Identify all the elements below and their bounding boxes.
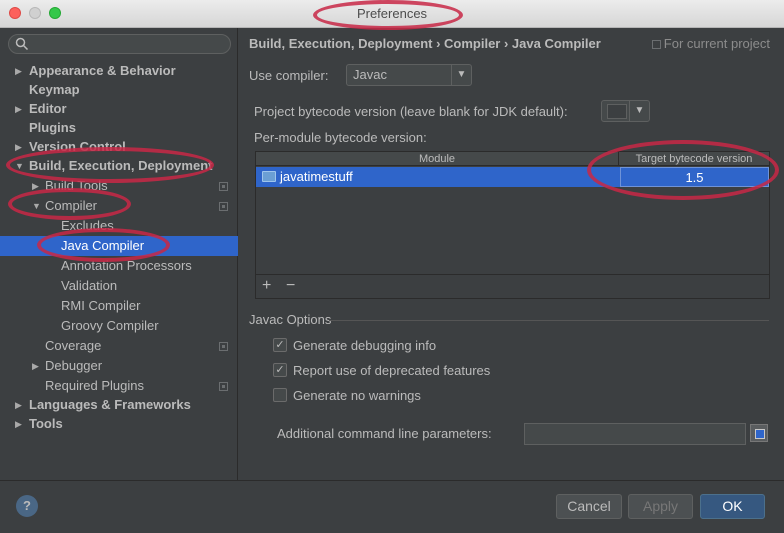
use-compiler-select[interactable]: Javac ▼ bbox=[346, 64, 472, 86]
project-scope-icon bbox=[219, 202, 228, 211]
module-folder-icon bbox=[262, 171, 276, 182]
sidebar-item-rmi-compiler[interactable]: RMI Compiler bbox=[0, 296, 238, 316]
sidebar-item-excludes[interactable]: Excludes bbox=[0, 216, 238, 236]
help-button[interactable]: ? bbox=[16, 495, 38, 517]
additional-params-input[interactable] bbox=[524, 423, 746, 445]
sidebar-item-label: Compiler bbox=[45, 198, 98, 213]
expand-arrow-icon[interactable]: ▶ bbox=[15, 99, 22, 119]
sidebar-item-tools[interactable]: ▶ Tools bbox=[0, 414, 238, 434]
report-deprecated-label: Report use of deprecated features bbox=[293, 363, 491, 378]
cancel-button[interactable]: Cancel bbox=[556, 494, 622, 519]
sidebar-item-build-execution-deployment[interactable]: ▼ Build, Execution, Deployment bbox=[0, 156, 238, 176]
sidebar-item-label: Coverage bbox=[45, 338, 102, 353]
sidebar-item-annotation-processors[interactable]: Annotation Processors bbox=[0, 256, 238, 276]
per-module-table[interactable]: Module Target bytecode version javatimes… bbox=[255, 151, 770, 299]
collapse-arrow-icon[interactable]: ▼ bbox=[32, 196, 41, 216]
expand-arrow-icon[interactable]: ▶ bbox=[15, 395, 22, 415]
sidebar-item-editor[interactable]: ▶ Editor bbox=[0, 99, 238, 119]
sidebar-item-version-control[interactable]: ▶ Version Control bbox=[0, 137, 238, 157]
sidebar-item-groovy-compiler[interactable]: Groovy Compiler bbox=[0, 316, 238, 336]
sidebar-item-languages-frameworks[interactable]: ▶ Languages & Frameworks bbox=[0, 395, 238, 415]
search-input[interactable] bbox=[8, 34, 231, 54]
scope-label: For current project bbox=[663, 36, 770, 51]
sidebar-item-validation[interactable]: Validation bbox=[0, 276, 238, 296]
target-version-cell[interactable]: 1.5 bbox=[620, 167, 769, 187]
chevron-down-icon: ▼ bbox=[629, 101, 649, 121]
column-header-module[interactable]: Module bbox=[256, 152, 619, 166]
sidebar-item-compiler[interactable]: ▼ Compiler bbox=[0, 196, 238, 216]
table-toolbar: + − bbox=[256, 274, 769, 298]
sidebar-item-label: Build, Execution, Deployment bbox=[29, 158, 213, 173]
bytecode-version-select[interactable]: ▼ bbox=[601, 100, 650, 122]
settings-content: Build, Execution, Deployment › Compiler … bbox=[239, 28, 784, 480]
expand-editor-icon[interactable] bbox=[750, 424, 768, 442]
sidebar-item-plugins[interactable]: Plugins bbox=[0, 118, 238, 138]
expand-arrow-icon[interactable]: ▶ bbox=[15, 61, 22, 81]
sidebar-item-label: Plugins bbox=[29, 120, 76, 135]
sidebar-item-label: Editor bbox=[29, 101, 67, 116]
expand-arrow-icon[interactable]: ▶ bbox=[32, 176, 39, 196]
collapse-arrow-icon[interactable]: ▼ bbox=[15, 156, 24, 176]
sidebar-item-required-plugins[interactable]: Required Plugins bbox=[0, 376, 238, 396]
sidebar-item-label: Languages & Frameworks bbox=[29, 397, 191, 412]
ok-button[interactable]: OK bbox=[700, 494, 765, 519]
sidebar-item-label: Build Tools bbox=[45, 178, 108, 193]
sidebar-item-debugger[interactable]: ▶ Debugger bbox=[0, 356, 238, 376]
sidebar-item-label: Keymap bbox=[29, 82, 80, 97]
settings-sidebar: ▶ Appearance & Behavior Keymap ▶ Editor … bbox=[0, 28, 238, 480]
module-name: javatimestuff bbox=[280, 169, 353, 184]
chevron-down-icon: ▼ bbox=[451, 65, 471, 85]
generate-no-warnings-label: Generate no warnings bbox=[293, 388, 421, 403]
expand-arrow-icon[interactable]: ▶ bbox=[15, 414, 22, 434]
sidebar-item-label: Java Compiler bbox=[61, 238, 145, 253]
search-icon bbox=[15, 37, 29, 54]
sidebar-item-keymap[interactable]: Keymap bbox=[0, 80, 238, 100]
sidebar-item-label: Validation bbox=[61, 278, 118, 293]
sidebar-item-label: Tools bbox=[29, 416, 63, 431]
per-module-label: Per-module bytecode version: bbox=[254, 130, 427, 145]
sidebar-item-java-compiler[interactable]: Java Compiler bbox=[0, 236, 238, 256]
breadcrumb: Build, Execution, Deployment › Compiler … bbox=[249, 36, 601, 51]
scope-indicator: For current project bbox=[651, 36, 770, 51]
module-cell[interactable]: javatimestuff bbox=[256, 167, 619, 187]
use-compiler-value: Javac bbox=[353, 67, 387, 82]
dialog-button-bar: ? Cancel Apply OK bbox=[0, 480, 784, 533]
sidebar-item-coverage[interactable]: Coverage bbox=[0, 336, 238, 356]
project-scope-icon bbox=[219, 342, 228, 351]
generate-debug-info-label: Generate debugging info bbox=[293, 338, 437, 353]
table-row[interactable]: javatimestuff 1.5 bbox=[256, 167, 769, 187]
sidebar-item-label: Appearance & Behavior bbox=[29, 63, 176, 78]
sidebar-item-label: Groovy Compiler bbox=[61, 318, 159, 333]
window-title: Preferences bbox=[356, 6, 428, 21]
javac-options-title: Javac Options bbox=[249, 312, 332, 327]
sidebar-item-appearance[interactable]: ▶ Appearance & Behavior bbox=[0, 61, 238, 81]
generate-debug-info-checkbox[interactable]: ✓ bbox=[273, 338, 287, 352]
project-scope-icon bbox=[651, 40, 661, 50]
sidebar-item-label: Annotation Processors bbox=[61, 258, 192, 273]
use-compiler-label: Use compiler: bbox=[249, 68, 329, 83]
sidebar-item-label: Debugger bbox=[45, 358, 103, 373]
project-scope-icon bbox=[219, 182, 228, 191]
apply-button[interactable]: Apply bbox=[628, 494, 693, 519]
sidebar-item-label: RMI Compiler bbox=[61, 298, 141, 313]
additional-params-label: Additional command line parameters: bbox=[277, 426, 492, 441]
bytecode-version-label: Project bytecode version (leave blank fo… bbox=[254, 104, 568, 119]
report-deprecated-checkbox[interactable]: ✓ bbox=[273, 363, 287, 377]
remove-module-button[interactable]: − bbox=[286, 277, 295, 295]
generate-no-warnings-checkbox[interactable] bbox=[273, 388, 287, 402]
expand-arrow-icon[interactable]: ▶ bbox=[15, 137, 22, 157]
section-divider bbox=[329, 320, 769, 321]
sidebar-item-build-tools[interactable]: ▶ Build Tools bbox=[0, 176, 238, 196]
sidebar-item-label: Version Control bbox=[29, 139, 126, 154]
expand-arrow-icon[interactable]: ▶ bbox=[32, 356, 39, 376]
empty-value-swatch bbox=[607, 104, 627, 119]
sidebar-item-label: Required Plugins bbox=[45, 378, 145, 393]
sidebar-item-label: Excludes bbox=[61, 218, 114, 233]
title-bar: Preferences bbox=[0, 0, 784, 28]
column-header-target-version[interactable]: Target bytecode version bbox=[619, 152, 769, 166]
add-module-button[interactable]: + bbox=[262, 277, 271, 295]
project-scope-icon bbox=[219, 382, 228, 391]
